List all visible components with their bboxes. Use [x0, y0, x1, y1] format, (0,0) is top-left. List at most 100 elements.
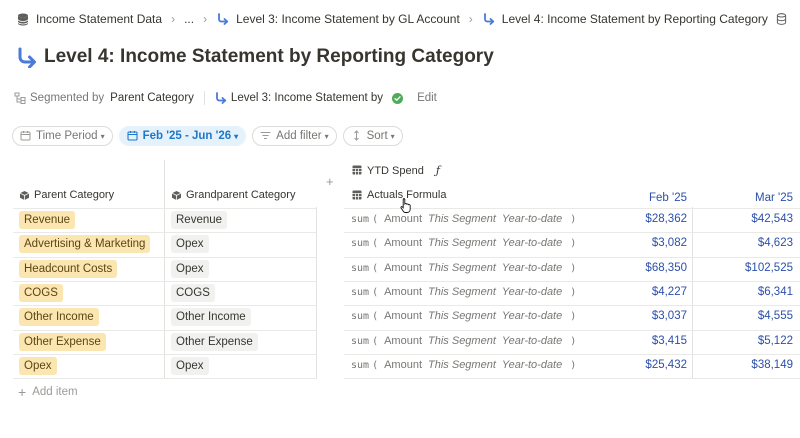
grandparent-category-tag[interactable]: Other Income [171, 308, 251, 327]
grandparent-category-tag[interactable]: Opex [171, 235, 209, 254]
formula-arg-period: Year-to-date [501, 213, 563, 225]
formula-close: ) [570, 262, 577, 274]
add-filter-button[interactable]: Add filter ▾ [252, 126, 337, 146]
formula-cell[interactable]: sum(Amount This Segment Year-to-date) [351, 286, 576, 298]
page-title: Level 4: Income Statement by Reporting C… [44, 46, 494, 67]
derived-arrow-icon [215, 92, 227, 104]
table-row[interactable]: COGS COGS sum(Amount This Segment Year-to-da… [13, 280, 800, 305]
grandparent-category-tag[interactable]: COGS [171, 283, 215, 302]
row-divider [13, 232, 317, 234]
formula-arg-segment: This Segment [428, 237, 496, 250]
plus-icon: + [18, 384, 27, 400]
formula-open: ( [372, 238, 379, 250]
date-range-filter[interactable]: Feb '25 - Jun '26 ▾ [118, 126, 247, 146]
time-period-label: Time Period [36, 130, 98, 142]
chevron-right-icon: › [468, 12, 473, 26]
formula-cell[interactable]: sum(Amount This Segment Year-to-date) [351, 262, 576, 274]
value-cell-feb[interactable]: $25,432 [593, 359, 687, 371]
formula-close: ) [570, 311, 577, 323]
formula-fn: sum [351, 214, 370, 225]
parent-category-tag[interactable]: Headcount Costs [19, 259, 118, 278]
formula-arg-period: Year-to-date [501, 358, 563, 371]
breadcrumb-label: Level 4: Income Statement by Reporting C… [501, 12, 768, 26]
formula-cell[interactable]: sum(Amount This Segment Year-to-date) [351, 213, 576, 225]
add-item-button[interactable]: + Add item [18, 384, 78, 400]
column-header-grandparent[interactable]: Grandparent Category [171, 189, 295, 201]
value-cell-mar[interactable]: $38,149 [697, 359, 793, 371]
formula-cell[interactable]: sum(Amount This Segment Year-to-date) [351, 335, 576, 347]
column-header-label: Parent Category [34, 189, 115, 201]
breadcrumb-item-level3[interactable]: Level 3: Income Statement by GL Account [216, 12, 460, 26]
formula-arg-segment: This Segment [428, 310, 496, 323]
table-row[interactable]: Advertising & Marketing Opex sum(Amount Thi… [13, 232, 800, 256]
value-cell-feb[interactable]: $3,082 [593, 237, 687, 249]
database-icon[interactable] [776, 13, 787, 25]
parent-category-tag[interactable]: Opex [19, 356, 57, 375]
metric-header[interactable]: YTD Spend ƒ [352, 164, 440, 177]
table-row[interactable]: Other Expense Other Expense sum(Amount This… [13, 329, 800, 354]
month-header[interactable]: Mar '25 [697, 192, 793, 204]
value-cell-mar[interactable]: $5,122 [697, 335, 793, 347]
parent-category-tag[interactable]: Revenue [19, 211, 76, 229]
page-header: Level 4: Income Statement by Reporting C… [16, 46, 494, 68]
sort-button[interactable]: Sort ▾ [342, 126, 403, 146]
month-header[interactable]: Feb '25 [593, 192, 687, 204]
formula-arg-segment: This Segment [428, 358, 496, 371]
formula-close: ) [570, 335, 577, 347]
source-link[interactable]: Level 3: Income Statement by [231, 92, 383, 104]
value-cell-feb[interactable]: $3,415 [593, 335, 687, 347]
value-cell-feb[interactable]: $4,227 [593, 286, 687, 298]
time-period-filter[interactable]: Time Period ▾ [12, 126, 113, 146]
formula-arg-amount: Amount [384, 213, 423, 225]
value-cell-mar[interactable]: $4,555 [697, 310, 793, 322]
value-cell-mar[interactable]: $42,543 [697, 213, 793, 225]
formula-open: ( [372, 311, 379, 323]
parent-category-tag[interactable]: Other Income [19, 308, 99, 327]
grandparent-category-tag[interactable]: Other Expense [171, 332, 258, 351]
table-row[interactable]: Other Income Other Income sum(Amount This S… [13, 305, 800, 329]
calendar-icon [127, 130, 139, 142]
formula-fn: sum [351, 359, 370, 371]
value-cell-mar[interactable]: $4,623 [697, 237, 793, 249]
add-column-button[interactable]: + [326, 174, 334, 189]
row-divider [344, 353, 800, 355]
value-cell-feb[interactable]: $28,362 [593, 213, 687, 225]
grandparent-category-tag[interactable]: Opex [171, 356, 209, 375]
add-item-label: Add item [32, 386, 78, 398]
formula-fn: sum [351, 286, 370, 298]
chevron-down-icon: ▾ [100, 131, 105, 141]
formula-arg-amount: Amount [384, 334, 423, 347]
value-cell-mar[interactable]: $6,341 [697, 286, 793, 298]
parent-category-tag[interactable]: Other Expense [19, 332, 106, 351]
check-icon [392, 92, 404, 104]
formula-arg-amount: Amount [384, 310, 423, 323]
parent-category-tag[interactable]: Advertising & Marketing [19, 235, 151, 254]
table-row[interactable]: Headcount Costs Opex sum(Amount This Segmen… [13, 256, 800, 281]
grandparent-category-tag[interactable]: Opex [171, 259, 209, 278]
row-divider [13, 329, 317, 331]
add-filter-label: Add filter [276, 130, 322, 142]
value-cell-mar[interactable]: $102,525 [697, 262, 793, 274]
formula-cell[interactable]: sum(Amount This Segment Year-to-date) [351, 237, 576, 249]
formula-icon[interactable]: ƒ [436, 164, 440, 177]
edit-button[interactable]: Edit [417, 92, 437, 104]
row-divider [13, 378, 317, 380]
formula-arg-period: Year-to-date [501, 285, 563, 298]
formula-cell[interactable]: sum(Amount This Segment Year-to-date) [351, 310, 576, 322]
value-cell-feb[interactable]: $68,350 [593, 262, 687, 274]
breadcrumb-item-root[interactable]: Income Statement Data [16, 12, 162, 26]
value-cell-feb[interactable]: $3,037 [593, 310, 687, 322]
formula-arg-segment: This Segment [428, 285, 496, 298]
parent-category-tag[interactable]: COGS [19, 283, 63, 302]
table-grid-icon [352, 190, 363, 201]
segmented-by-value[interactable]: Parent Category [110, 92, 194, 104]
cube-icon [171, 190, 182, 201]
breadcrumb-item-current[interactable]: Level 4: Income Statement by Reporting C… [482, 12, 768, 26]
formula-cell[interactable]: sum(Amount This Segment Year-to-date) [351, 359, 576, 371]
breadcrumb-item-ellipsis[interactable]: ... [184, 12, 194, 26]
table-row[interactable]: Opex Opex sum(Amount This Segment Year-to-da… [13, 353, 800, 378]
formula-fn: sum [351, 335, 370, 347]
column-header-parent[interactable]: Parent Category [19, 189, 114, 201]
grandparent-category-tag[interactable]: Revenue [171, 211, 228, 229]
hand-cursor-icon [400, 198, 411, 213]
